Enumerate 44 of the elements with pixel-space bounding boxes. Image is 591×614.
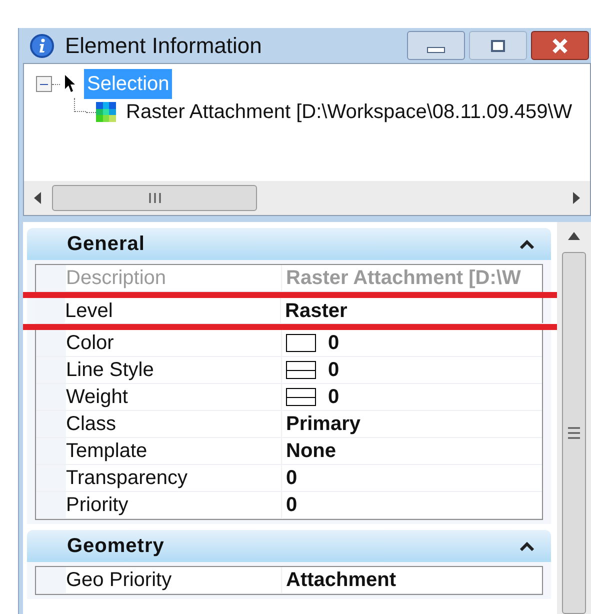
property-value: None: [286, 439, 336, 464]
property-value: Raster: [285, 298, 348, 323]
color-swatch-icon: [286, 334, 316, 352]
close-button[interactable]: [531, 31, 589, 60]
collapse-toggle[interactable]: [36, 76, 52, 92]
minimize-button[interactable]: [407, 31, 465, 60]
section-header[interactable]: General: [27, 228, 551, 260]
close-icon: [551, 38, 569, 54]
property-value: Primary: [286, 412, 360, 437]
vertical-scrollbar[interactable]: [557, 222, 591, 614]
maximize-button[interactable]: [469, 31, 527, 60]
property-label: Level: [65, 298, 114, 323]
cursor-arrow-icon: [64, 74, 76, 94]
chevron-icon: [519, 541, 535, 551]
property-label: Class: [66, 412, 118, 437]
property-value: Raster Attachment [D:\W: [286, 266, 521, 291]
property-label: Transparency: [66, 466, 189, 491]
property-label: Line Style: [66, 358, 155, 383]
property-label: Color: [66, 331, 115, 356]
property-label: Geo Priority: [66, 568, 173, 593]
scroll-up-icon[interactable]: [568, 232, 580, 240]
property-label: Template: [66, 439, 148, 464]
scroll-right-icon[interactable]: [572, 192, 580, 204]
horizontal-scrollbar[interactable]: [24, 181, 590, 215]
window-title: Element Information: [65, 32, 262, 60]
line-sample-icon: [286, 388, 316, 406]
scroll-left-icon[interactable]: [34, 192, 42, 204]
property-value: 0: [328, 358, 340, 383]
property-value: Attachment: [286, 568, 396, 593]
property-value: 0: [286, 493, 298, 518]
scrollbar-thumb[interactable]: [562, 252, 586, 614]
property-value: 0: [286, 466, 298, 491]
tree-item[interactable]: Raster Attachment [D:\Workspace\08.11.09.459\W: [124, 97, 574, 127]
chevron-icon: [519, 239, 535, 249]
property-value: 0: [328, 385, 340, 410]
scrollbar-thumb[interactable]: [52, 185, 257, 211]
info-icon: [29, 32, 55, 58]
line-sample-icon: [286, 361, 316, 379]
raster-grid-icon: [96, 102, 116, 122]
section-header[interactable]: Geometry: [27, 530, 551, 562]
property-label: Weight: [66, 385, 129, 410]
property-value: 0: [328, 331, 340, 356]
property-label: Description: [66, 266, 168, 291]
property-label: Priority: [66, 493, 130, 518]
